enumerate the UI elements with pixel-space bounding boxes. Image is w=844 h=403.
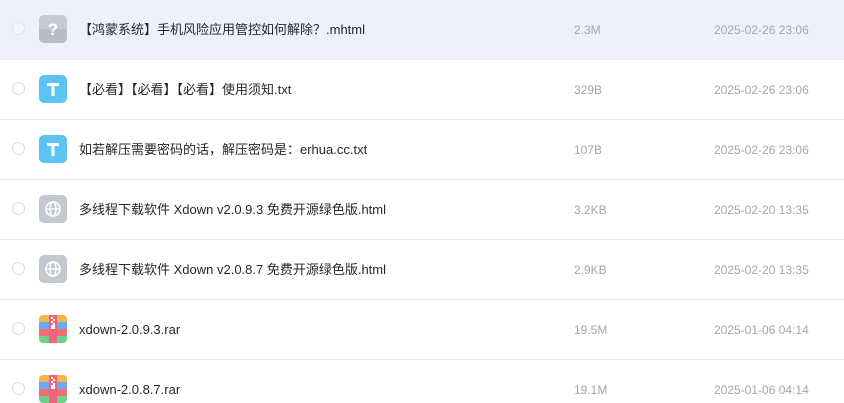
row-checkbox[interactable] [12,262,25,275]
file-date: 2025-01-06 04:14 [714,383,809,397]
file-name[interactable]: 【必看】【必看】【必看】使用须知.txt [79,81,291,99]
file-date: 2025-01-06 04:14 [714,323,809,337]
row-checkbox[interactable] [12,322,25,335]
archive-file-icon [39,375,67,403]
file-name[interactable]: 多线程下载软件 Xdown v2.0.9.3 免费开源绿色版.html [79,201,386,219]
text-file-icon [39,135,67,163]
row-checkbox[interactable] [12,202,25,215]
web-file-icon [39,195,67,223]
file-size: 107B [574,143,603,157]
archive-file-icon [39,315,67,343]
text-file-icon [39,75,67,103]
file-row[interactable]: 【必看】【必看】【必看】使用须知.txt 329B 2025-02-26 23:06 [0,60,844,120]
web-file-icon [39,255,67,283]
row-checkbox[interactable] [12,82,25,95]
file-date: 2025-02-20 13:35 [714,203,809,217]
file-row[interactable]: 多线程下载软件 Xdown v2.0.8.7 免费开源绿色版.html 2.9KB… [0,240,844,300]
file-row[interactable]: xdown-2.0.8.7.rar 19.1M 2025-01-06 04:14 [0,360,844,403]
file-name[interactable]: xdown-2.0.8.7.rar [79,381,180,399]
file-date: 2025-02-26 23:06 [714,143,809,157]
file-size: 329B [574,83,603,97]
file-name[interactable]: 如若解压需要密码的话，解压密码是：erhua.cc.txt [79,141,367,159]
svg-text:?: ? [48,20,58,39]
file-date: 2025-02-20 13:35 [714,263,809,277]
file-row[interactable]: 如若解压需要密码的话，解压密码是：erhua.cc.txt 107B 2025-02… [0,120,844,180]
file-size: 19.1M [574,383,608,397]
file-row[interactable]: ? 【鸿蒙系统】手机风险应用管控如何解除？.mhtml 2.3M 2025-02-26… [0,0,844,60]
file-date: 2025-02-26 23:06 [714,23,809,37]
file-size: 2.9KB [574,263,607,277]
file-list: ? 【鸿蒙系统】手机风险应用管控如何解除？.mhtml 2.3M 2025-02-26… [0,0,844,403]
unknown-file-icon: ? [39,15,67,43]
file-name[interactable]: xdown-2.0.9.3.rar [79,321,180,339]
file-row[interactable]: xdown-2.0.9.3.rar 19.5M 2025-01-06 04:14 [0,300,844,360]
file-size: 19.5M [574,323,608,337]
row-checkbox[interactable] [12,382,25,395]
file-name[interactable]: 【鸿蒙系统】手机风险应用管控如何解除？.mhtml [79,21,365,39]
file-row[interactable]: 多线程下载软件 Xdown v2.0.9.3 免费开源绿色版.html 3.2KB… [0,180,844,240]
file-date: 2025-02-26 23:06 [714,83,809,97]
file-size: 2.3M [574,23,601,37]
file-name[interactable]: 多线程下载软件 Xdown v2.0.8.7 免费开源绿色版.html [79,261,386,279]
row-checkbox[interactable] [12,22,25,35]
file-size: 3.2KB [574,203,607,217]
row-checkbox[interactable] [12,142,25,155]
